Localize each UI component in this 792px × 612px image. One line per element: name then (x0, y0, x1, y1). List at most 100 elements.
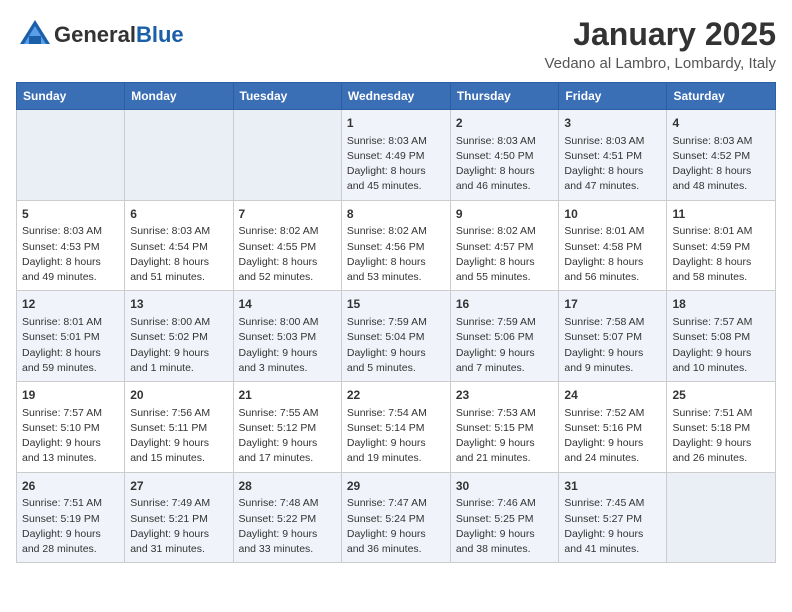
day-number: 7 (239, 206, 336, 223)
day-number: 30 (456, 478, 554, 495)
day-info: Sunrise: 7:47 AM Sunset: 5:24 PM Dayligh… (347, 496, 445, 557)
day-info: Sunrise: 8:01 AM Sunset: 4:59 PM Dayligh… (672, 224, 770, 285)
day-of-week-header: Wednesday (341, 83, 450, 110)
calendar-cell: 4 Sunrise: 8:03 AM Sunset: 4:52 PM Daylig… (667, 110, 776, 201)
day-of-week-header: Friday (559, 83, 667, 110)
calendar-cell: 26Sunrise: 7:51 AM Sunset: 5:19 PM Dayli… (17, 472, 125, 563)
day-info: Sunrise: 8:01 AM Sunset: 4:58 PM Dayligh… (564, 224, 661, 285)
month-title: January 2025 (544, 16, 776, 53)
calendar-cell: 21 Sunrise: 7:55 AM Sunset: 5:12 PM Dayli… (233, 382, 341, 473)
day-number: 9 (456, 206, 554, 223)
day-number: 16 (456, 296, 554, 313)
day-of-week-header: Saturday (667, 83, 776, 110)
day-info: Sunrise: 7:55 AM Sunset: 5:12 PM Dayligh… (239, 406, 336, 467)
calendar-cell: 13 Sunrise: 8:00 AM Sunset: 5:02 PM Dayli… (125, 291, 233, 382)
calendar-cell: 27Sunrise: 7:49 AM Sunset: 5:21 PM Dayli… (125, 472, 233, 563)
calendar-cell: 25Sunrise: 7:51 AM Sunset: 5:18 PM Dayli… (667, 382, 776, 473)
day-number: 13 (130, 296, 227, 313)
day-of-week-header: Sunday (17, 83, 125, 110)
calendar-cell: 5Sunrise: 8:03 AM Sunset: 4:53 PM Daylig… (17, 200, 125, 291)
day-number: 1 (347, 115, 445, 132)
title-block: January 2025 Vedano al Lambro, Lombardy,… (544, 16, 776, 72)
calendar-cell: 8Sunrise: 8:02 AM Sunset: 4:56 PM Daylig… (341, 200, 450, 291)
day-info: Sunrise: 7:51 AM Sunset: 5:19 PM Dayligh… (22, 496, 119, 557)
calendar-cell: 18Sunrise: 7:57 AM Sunset: 5:08 PM Dayli… (667, 291, 776, 382)
day-info: Sunrise: 8:03 AM Sunset: 4:52 PM Dayligh… (672, 134, 770, 195)
logo-general: General (54, 22, 136, 47)
day-number: 26 (22, 478, 119, 495)
day-of-week-header: Tuesday (233, 83, 341, 110)
calendar-table: SundayMondayTuesdayWednesdayThursdayFrid… (16, 82, 776, 563)
day-info: Sunrise: 8:03 AM Sunset: 4:53 PM Dayligh… (22, 224, 119, 285)
day-info: Sunrise: 8:00 AM Sunset: 5:02 PM Dayligh… (130, 315, 227, 376)
day-number: 4 (672, 115, 770, 132)
calendar-cell: 9Sunrise: 8:02 AM Sunset: 4:57 PM Daylig… (450, 200, 559, 291)
day-number: 15 (347, 296, 445, 313)
calendar-cell: 1 Sunrise: 8:03 AM Sunset: 4:49 PM Daylig… (341, 110, 450, 201)
day-number: 21 (239, 387, 336, 404)
day-number: 12 (22, 296, 119, 313)
calendar-cell: 24Sunrise: 7:52 AM Sunset: 5:16 PM Dayli… (559, 382, 667, 473)
calendar-week-row: 5Sunrise: 8:03 AM Sunset: 4:53 PM Daylig… (17, 200, 776, 291)
day-info: Sunrise: 8:00 AM Sunset: 5:03 PM Dayligh… (239, 315, 336, 376)
day-number: 27 (130, 478, 227, 495)
day-info: Sunrise: 8:02 AM Sunset: 4:56 PM Dayligh… (347, 224, 445, 285)
day-number: 2 (456, 115, 554, 132)
calendar-week-row: 1 Sunrise: 8:03 AM Sunset: 4:49 PM Daylig… (17, 110, 776, 201)
logo: GeneralBlue (16, 16, 184, 54)
calendar-cell: 20 Sunrise: 7:56 AM Sunset: 5:11 PM Dayli… (125, 382, 233, 473)
day-info: Sunrise: 7:59 AM Sunset: 5:06 PM Dayligh… (456, 315, 554, 376)
day-info: Sunrise: 7:56 AM Sunset: 5:11 PM Dayligh… (130, 406, 227, 467)
calendar-cell: 7Sunrise: 8:02 AM Sunset: 4:55 PM Daylig… (233, 200, 341, 291)
day-info: Sunrise: 7:53 AM Sunset: 5:15 PM Dayligh… (456, 406, 554, 467)
day-number: 8 (347, 206, 445, 223)
calendar-cell: 31Sunrise: 7:45 AM Sunset: 5:27 PM Dayli… (559, 472, 667, 563)
day-info: Sunrise: 8:02 AM Sunset: 4:55 PM Dayligh… (239, 224, 336, 285)
calendar-cell: 19Sunrise: 7:57 AM Sunset: 5:10 PM Dayli… (17, 382, 125, 473)
day-number: 11 (672, 206, 770, 223)
calendar-cell (17, 110, 125, 201)
calendar-cell: 3Sunrise: 8:03 AM Sunset: 4:51 PM Daylig… (559, 110, 667, 201)
day-info: Sunrise: 8:02 AM Sunset: 4:57 PM Dayligh… (456, 224, 554, 285)
day-number: 23 (456, 387, 554, 404)
day-of-week-header: Thursday (450, 83, 559, 110)
calendar-cell: 23 Sunrise: 7:53 AM Sunset: 5:15 PM Dayli… (450, 382, 559, 473)
calendar-cell: 15 Sunrise: 7:59 AM Sunset: 5:04 PM Dayli… (341, 291, 450, 382)
day-of-week-header: Monday (125, 83, 233, 110)
day-info: Sunrise: 7:45 AM Sunset: 5:27 PM Dayligh… (564, 496, 661, 557)
location-title: Vedano al Lambro, Lombardy, Italy (544, 55, 776, 72)
calendar-cell: 12 Sunrise: 8:01 AM Sunset: 5:01 PM Dayli… (17, 291, 125, 382)
day-info: Sunrise: 7:51 AM Sunset: 5:18 PM Dayligh… (672, 406, 770, 467)
calendar-cell (125, 110, 233, 201)
calendar-header-row: SundayMondayTuesdayWednesdayThursdayFrid… (17, 83, 776, 110)
day-info: Sunrise: 7:52 AM Sunset: 5:16 PM Dayligh… (564, 406, 661, 467)
day-info: Sunrise: 7:57 AM Sunset: 5:08 PM Dayligh… (672, 315, 770, 376)
calendar-week-row: 19Sunrise: 7:57 AM Sunset: 5:10 PM Dayli… (17, 382, 776, 473)
calendar-week-row: 26Sunrise: 7:51 AM Sunset: 5:19 PM Dayli… (17, 472, 776, 563)
logo-blue: Blue (136, 22, 184, 47)
day-info: Sunrise: 8:03 AM Sunset: 4:50 PM Dayligh… (456, 134, 554, 195)
calendar-cell: 14 Sunrise: 8:00 AM Sunset: 5:03 PM Dayli… (233, 291, 341, 382)
day-number: 28 (239, 478, 336, 495)
calendar-cell: 17 Sunrise: 7:58 AM Sunset: 5:07 PM Dayli… (559, 291, 667, 382)
day-info: Sunrise: 7:57 AM Sunset: 5:10 PM Dayligh… (22, 406, 119, 467)
calendar-cell: 16 Sunrise: 7:59 AM Sunset: 5:06 PM Dayli… (450, 291, 559, 382)
day-info: Sunrise: 7:48 AM Sunset: 5:22 PM Dayligh… (239, 496, 336, 557)
day-number: 20 (130, 387, 227, 404)
day-info: Sunrise: 8:01 AM Sunset: 5:01 PM Dayligh… (22, 315, 119, 376)
day-info: Sunrise: 7:58 AM Sunset: 5:07 PM Dayligh… (564, 315, 661, 376)
day-number: 3 (564, 115, 661, 132)
day-number: 31 (564, 478, 661, 495)
calendar-week-row: 12 Sunrise: 8:01 AM Sunset: 5:01 PM Dayli… (17, 291, 776, 382)
day-info: Sunrise: 8:03 AM Sunset: 4:49 PM Dayligh… (347, 134, 445, 195)
day-number: 29 (347, 478, 445, 495)
calendar-cell: 29Sunrise: 7:47 AM Sunset: 5:24 PM Dayli… (341, 472, 450, 563)
day-info: Sunrise: 7:59 AM Sunset: 5:04 PM Dayligh… (347, 315, 445, 376)
day-number: 17 (564, 296, 661, 313)
day-number: 22 (347, 387, 445, 404)
day-info: Sunrise: 7:46 AM Sunset: 5:25 PM Dayligh… (456, 496, 554, 557)
day-number: 14 (239, 296, 336, 313)
calendar-cell: 11Sunrise: 8:01 AM Sunset: 4:59 PM Dayli… (667, 200, 776, 291)
calendar-cell: 30Sunrise: 7:46 AM Sunset: 5:25 PM Dayli… (450, 472, 559, 563)
day-number: 5 (22, 206, 119, 223)
